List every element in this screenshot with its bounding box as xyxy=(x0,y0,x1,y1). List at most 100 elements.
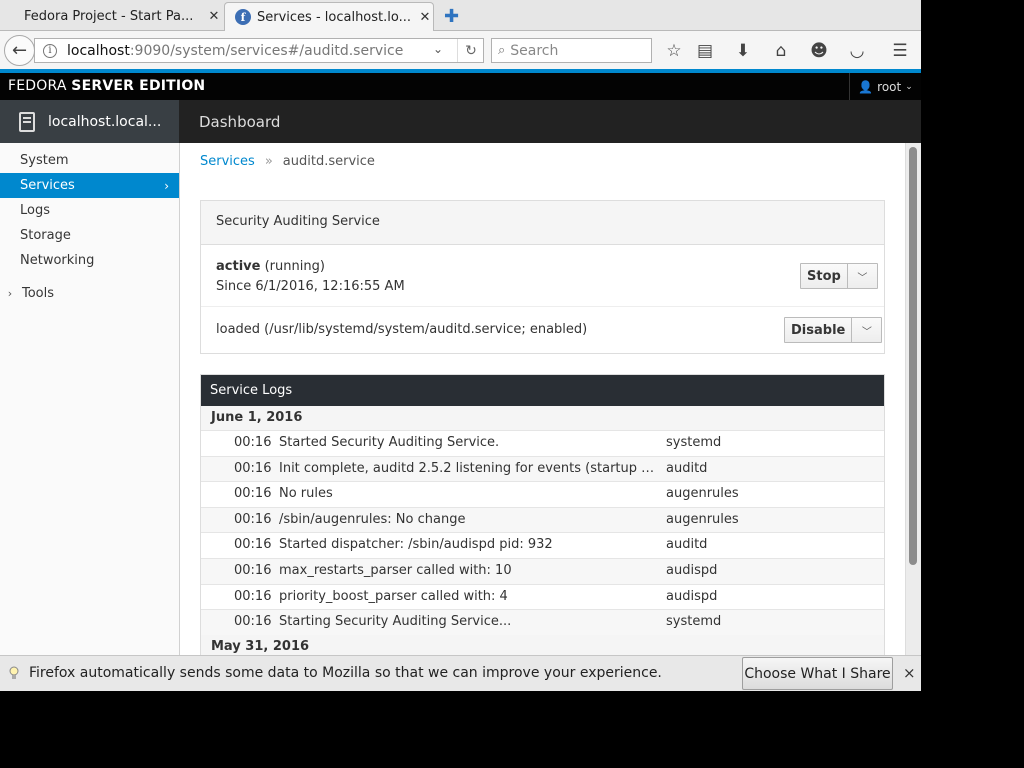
log-time: 00:16 xyxy=(234,460,272,476)
sidebar-item-label: Services xyxy=(20,178,75,193)
host-switcher[interactable]: localhost.local... xyxy=(0,100,179,143)
sidebar-item-label: Tools xyxy=(22,286,55,301)
breadcrumb-separator: » xyxy=(264,154,273,169)
service-state-line: active (running) xyxy=(216,259,325,274)
sidebar-item-services[interactable]: Services › xyxy=(0,173,179,198)
log-date-header: June 1, 2016 xyxy=(201,406,884,430)
sidebar-item-label: System xyxy=(20,153,69,168)
back-button[interactable]: ← xyxy=(4,35,35,66)
log-entry-row[interactable]: 00:16 priority_boost_parser called with: … xyxy=(201,583,884,610)
log-message: max_restarts_parser called with: 10 xyxy=(279,563,512,578)
sidebar-item-label: Logs xyxy=(20,203,50,218)
chevron-down-icon: ⌄ xyxy=(905,81,913,92)
scrollbar-thumb[interactable] xyxy=(909,147,917,565)
user-icon: 👤 xyxy=(858,79,874,94)
log-message: /sbin/augenrules: No change xyxy=(279,511,466,527)
smiley-feedback-icon[interactable]: ☻ xyxy=(808,40,830,62)
chevron-down-icon[interactable]: ﹀ xyxy=(852,318,881,342)
chevron-down-icon[interactable]: ⌄ xyxy=(433,42,443,56)
breadcrumb: Services » auditd.service xyxy=(200,154,375,169)
arrow-left-icon: ← xyxy=(11,40,28,61)
chevron-right-icon: › xyxy=(7,287,13,300)
stop-button[interactable]: Stop xyxy=(801,264,848,288)
chevron-down-icon[interactable]: ﹀ xyxy=(848,264,877,288)
tab-close-icon[interactable]: ✕ xyxy=(417,10,433,25)
search-placeholder: Search xyxy=(510,42,559,59)
menu-icon[interactable]: ☰ xyxy=(889,40,911,62)
log-time: 00:16 xyxy=(234,511,272,527)
sidebar-item-tools[interactable]: › Tools xyxy=(0,281,179,306)
log-date-header: May 31, 2016 xyxy=(201,635,884,655)
log-identifier: systemd xyxy=(666,614,722,630)
log-entry-row[interactable]: 00:16 Started dispatcher: /sbin/audispd p… xyxy=(201,532,884,558)
service-status-row: active (running) Since 6/1/2016, 12:16:5… xyxy=(201,246,884,307)
sidebar-item-networking[interactable]: Networking xyxy=(0,248,179,273)
scrollbar[interactable] xyxy=(905,143,921,655)
log-entry-row[interactable]: 00:16 Started Security Auditing Service. s… xyxy=(201,430,884,456)
tab-title: Fedora Project - Start Pa... xyxy=(24,9,194,24)
tab-title: Services - localhost.lo... xyxy=(257,9,411,25)
service-logs-panel: Service Logs June 1, 2016 00:16 Started S… xyxy=(200,374,885,655)
lightbulb-icon xyxy=(9,666,19,679)
tab-close-icon[interactable]: ✕ xyxy=(206,9,222,24)
url-path: :9090/system/services#/auditd.service xyxy=(129,42,404,59)
sidebar-item-system[interactable]: System xyxy=(0,148,179,173)
download-icon[interactable]: ⬇ xyxy=(732,40,754,62)
log-message: priority_boost_parser called with: 4 xyxy=(279,588,508,604)
log-time: 00:16 xyxy=(234,435,272,450)
sidebar-item-storage[interactable]: Storage xyxy=(0,223,179,248)
reload-icon[interactable]: ↻ xyxy=(457,39,484,62)
log-identifier: augenrules xyxy=(666,511,739,527)
brand-light: FEDORA xyxy=(8,78,67,94)
log-entry-row[interactable]: 00:16 No rules augenrules xyxy=(201,481,884,507)
log-time: 00:16 xyxy=(234,563,272,578)
search-input[interactable]: ⌕ Search xyxy=(491,38,652,63)
tab-services[interactable]: f Services - localhost.lo... ✕ xyxy=(224,2,434,31)
log-time: 00:16 xyxy=(234,614,272,630)
log-entry-row[interactable]: 00:16/sbin/augenrules: No change augenrul… xyxy=(201,506,884,533)
url-bar[interactable]: i localhost:9090/system/services#/auditd… xyxy=(34,38,484,63)
log-entry-row[interactable]: 00:16 Init complete, auditd 2.5.2 listeni… xyxy=(201,455,884,482)
log-time: 00:16 xyxy=(234,537,272,553)
user-name: root xyxy=(877,79,902,94)
service-description: Security Auditing Service xyxy=(201,201,884,245)
bookmark-star-icon[interactable]: ☆ xyxy=(663,40,685,62)
notification-text: Firefox automatically sends some data to… xyxy=(29,665,662,681)
log-message: No rules xyxy=(279,486,333,502)
breadcrumb-current: auditd.service xyxy=(282,154,375,169)
home-icon[interactable]: ⌂ xyxy=(770,40,792,62)
notification-bar: Firefox automatically sends some data to… xyxy=(0,655,921,691)
info-icon[interactable]: i xyxy=(43,43,57,58)
sidebar-item-logs[interactable]: Logs xyxy=(0,198,179,223)
host-name: localhost.local... xyxy=(48,113,162,130)
browser-window: Fedora Project - Start Pa... ✕ f Service… xyxy=(0,0,921,691)
service-panel: Security Auditing Service active (runnin… xyxy=(200,200,885,354)
log-identifier: auditd xyxy=(666,460,708,476)
disable-button[interactable]: Disable xyxy=(785,318,853,342)
service-loaded: loaded (/usr/lib/systemd/system/auditd.s… xyxy=(216,322,588,337)
log-identifier: systemd xyxy=(666,435,722,450)
fedora-favicon-icon: f xyxy=(235,9,251,25)
log-entry-row[interactable]: 00:16 Starting Security Auditing Service.… xyxy=(201,609,884,636)
log-message: Init complete, auditd 2.5.2 listening fo… xyxy=(279,460,657,476)
tab-strip: Fedora Project - Start Pa... ✕ f Service… xyxy=(0,0,921,31)
log-entry-row[interactable]: 00:16 max_restarts_parser called with: 10… xyxy=(201,558,884,584)
log-message: Started Security Auditing Service. xyxy=(279,435,500,450)
new-tab-icon[interactable]: ✚ xyxy=(444,6,459,27)
reading-list-icon[interactable]: ▤ xyxy=(694,40,716,62)
search-icon: ⌕ xyxy=(498,43,506,58)
disable-split-button: Disable ﹀ xyxy=(784,317,883,343)
close-icon[interactable]: × xyxy=(903,664,916,682)
pocket-icon[interactable]: ◡ xyxy=(846,40,868,62)
log-identifier: augenrules xyxy=(666,486,739,502)
log-time: 00:16 xyxy=(234,588,272,604)
breadcrumb-services-link[interactable]: Services xyxy=(200,154,255,169)
tab-fedora-start[interactable]: Fedora Project - Start Pa... ✕ xyxy=(8,2,222,31)
service-loaded-row: loaded (/usr/lib/systemd/system/auditd.s… xyxy=(201,307,884,353)
user-menu[interactable]: 👤 root ⌄ xyxy=(849,73,921,100)
chevron-right-icon: › xyxy=(164,178,169,193)
nav-bar: i localhost:9090/system/services#/auditd… xyxy=(0,31,921,69)
log-identifier: auditd xyxy=(666,537,708,553)
dashboard-link[interactable]: Dashboard xyxy=(199,113,280,131)
choose-what-i-share-button[interactable]: Choose What I Share xyxy=(742,657,893,690)
